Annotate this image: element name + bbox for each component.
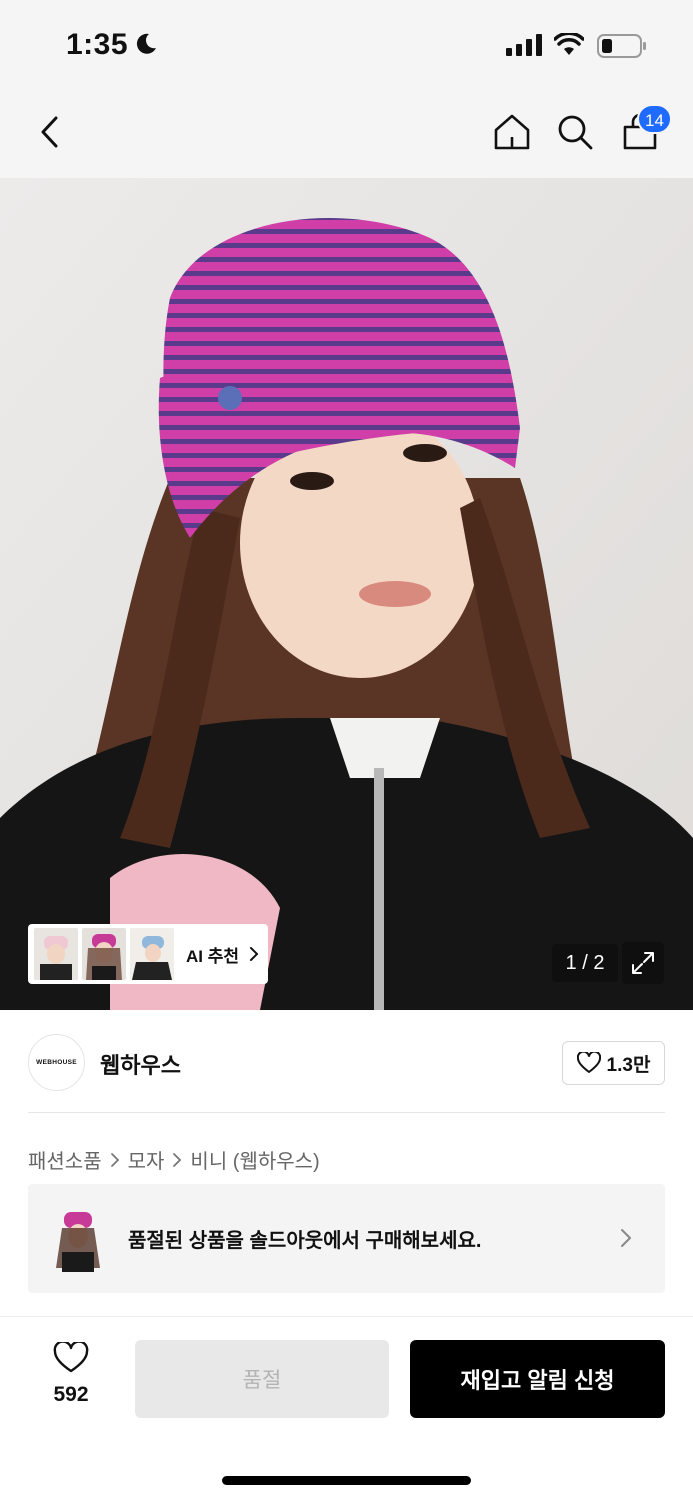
- heart-icon: [576, 1052, 601, 1073]
- back-button[interactable]: [28, 110, 72, 154]
- breadcrumb-item-category[interactable]: 패션소품: [28, 1145, 102, 1174]
- heart-icon: [53, 1340, 89, 1373]
- product-image[interactable]: [0, 178, 693, 1010]
- signal-icon: [506, 34, 542, 56]
- brand-logo[interactable]: WEBHOUSE: [28, 1034, 85, 1091]
- ai-recommend-label: AI 추천: [186, 946, 240, 966]
- wishlist-count: 592: [53, 1383, 89, 1406]
- image-pager: 1 / 2: [552, 944, 618, 982]
- expand-button[interactable]: [622, 942, 664, 984]
- divider: [28, 1112, 665, 1113]
- home-button[interactable]: [490, 110, 534, 154]
- breadcrumb-item-current[interactable]: 비니 (웹하우스): [190, 1145, 319, 1174]
- banner-thumbnail: [50, 1206, 106, 1272]
- battery-icon: [597, 34, 646, 58]
- brand-name[interactable]: 웹하우스: [100, 1048, 181, 1080]
- status-time: 1:35: [66, 28, 129, 61]
- brand-like-count: 1.3만: [606, 1054, 651, 1076]
- chevron-right-icon: [110, 1152, 119, 1167]
- product-photo: [0, 178, 693, 1010]
- breadcrumb: 패션소품 모자 비니 (웹하우스): [28, 1145, 320, 1174]
- expand-icon: [632, 952, 654, 974]
- chevron-right-icon: [173, 1152, 182, 1167]
- top-nav: [0, 90, 693, 178]
- search-button[interactable]: [553, 110, 597, 154]
- moon-icon: [136, 33, 156, 54]
- chevron-right-icon: [250, 947, 259, 961]
- brand-like-button[interactable]: 1.3만: [562, 1041, 665, 1085]
- status-bar: 1:35: [0, 0, 693, 90]
- ai-thumb-2: [82, 928, 126, 980]
- banner-text: 품절된 상품을 솔드아웃에서 구매해보세요.: [128, 1230, 482, 1252]
- brand-row: WEBHOUSE 웹하우스 1.3만: [28, 1034, 665, 1092]
- chevron-right-icon: [621, 1229, 631, 1247]
- bottom-bar-divider: [0, 1316, 693, 1317]
- ai-thumb-1: [34, 928, 78, 980]
- breadcrumb-item-subcategory[interactable]: 모자: [128, 1145, 165, 1174]
- wifi-icon: [554, 33, 584, 55]
- soldout-banner[interactable]: 품절된 상품을 솔드아웃에서 구매해보세요.: [28, 1184, 665, 1293]
- home-indicator[interactable]: [222, 1476, 471, 1485]
- search-icon: [558, 115, 593, 150]
- soldout-button[interactable]: 품절: [135, 1340, 389, 1418]
- chevron-left-icon: [41, 116, 58, 148]
- home-icon: [494, 114, 530, 150]
- wishlist-button[interactable]: 592: [40, 1340, 102, 1407]
- restock-alert-button[interactable]: 재입고 알림 신청: [410, 1340, 665, 1418]
- cart-count-badge: 14: [637, 104, 672, 134]
- ai-recommend-chip[interactable]: AI 추천: [28, 924, 268, 984]
- ai-thumb-3: [130, 928, 174, 980]
